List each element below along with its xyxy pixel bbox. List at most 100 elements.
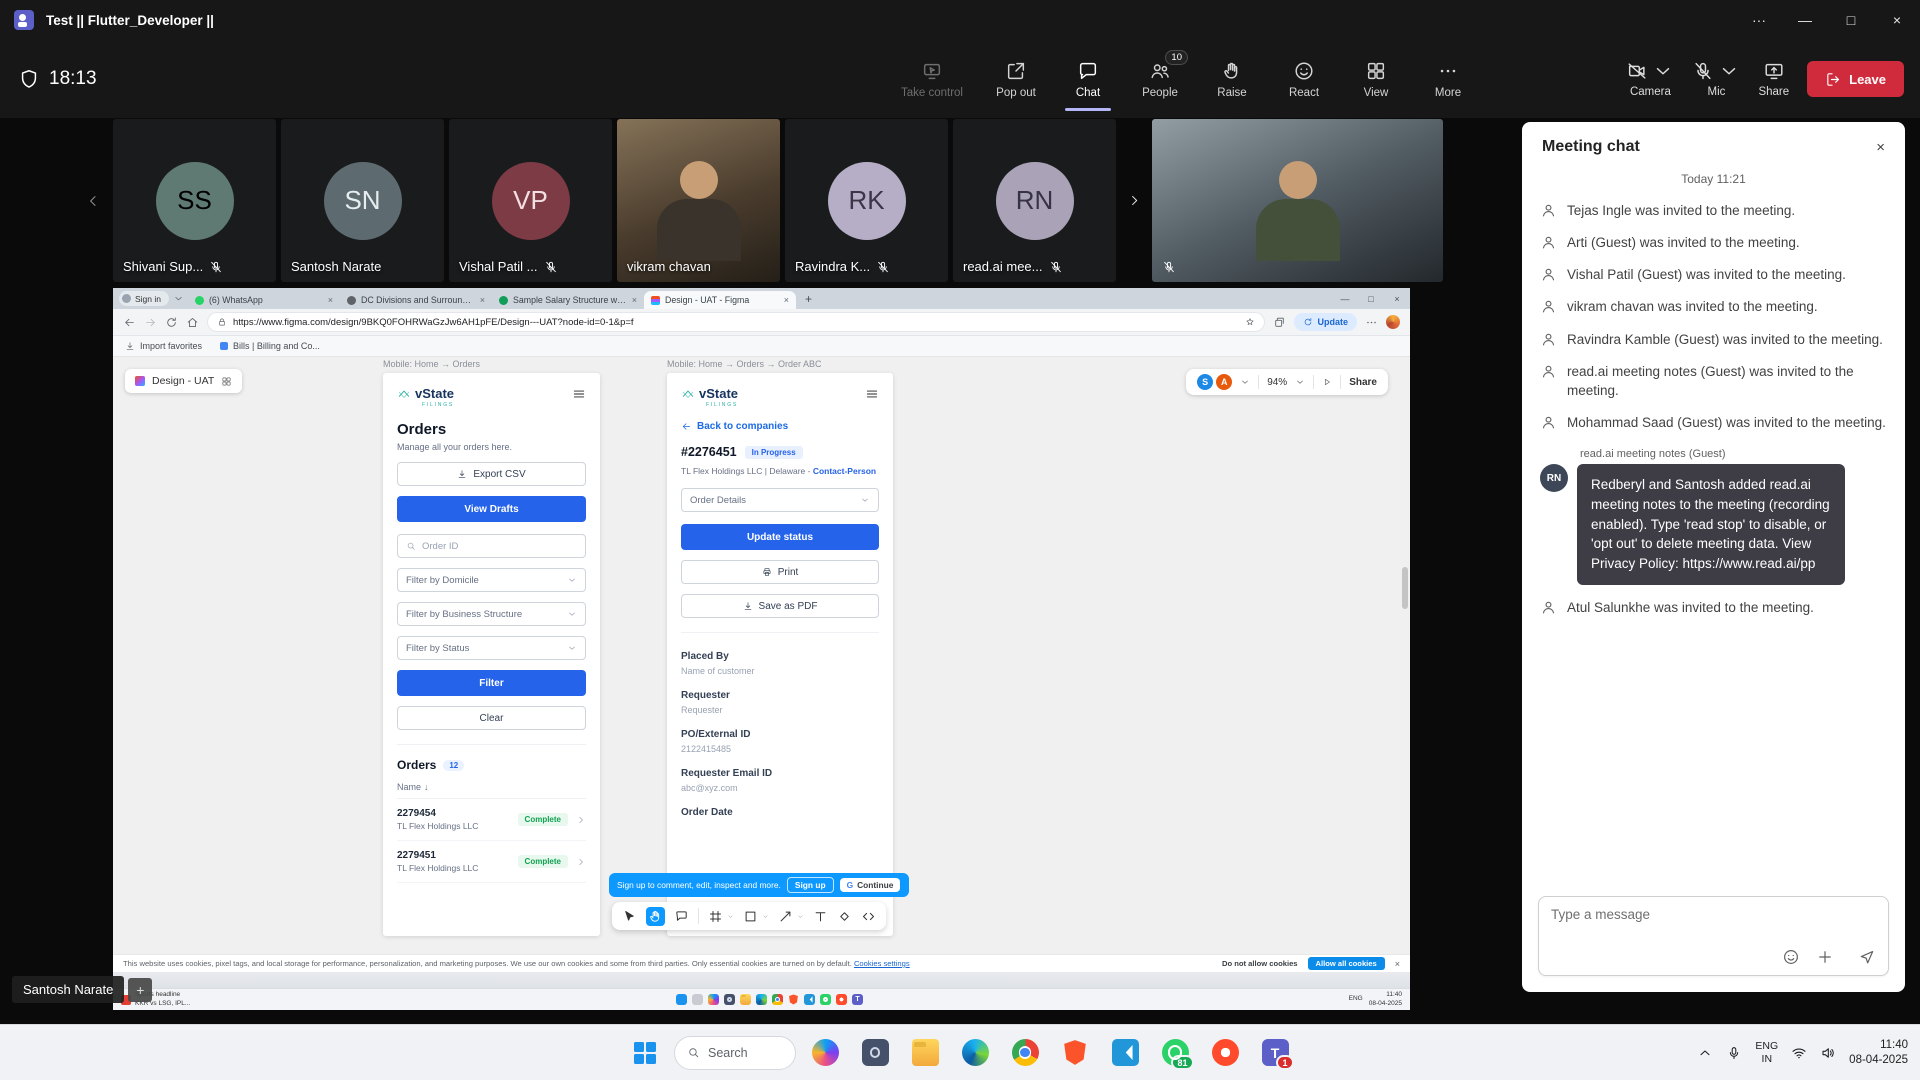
- browser-profile-chip[interactable]: Sign in: [119, 291, 169, 306]
- favorite-item[interactable]: Import favorites: [125, 341, 202, 351]
- tab-close-icon[interactable]: ×: [632, 295, 637, 305]
- hamburger-menu-icon[interactable]: [865, 387, 879, 401]
- microphone-tray-icon[interactable]: [1726, 1045, 1742, 1061]
- back-icon[interactable]: [123, 316, 136, 329]
- url-bar[interactable]: https://www.figma.com/design/9BKQ0FOHRWa…: [207, 312, 1265, 332]
- save-as-pdf-button[interactable]: Save as PDF: [681, 594, 879, 618]
- camera-chevron-icon[interactable]: [1652, 60, 1674, 82]
- participant-tile[interactable]: vikram chavan: [617, 119, 780, 282]
- taskbar-app-teams[interactable]: 1: [1254, 1032, 1296, 1074]
- taskbar-search[interactable]: Search: [674, 1036, 796, 1070]
- taskbar-clock[interactable]: 11:40 08-04-2025: [1849, 1038, 1908, 1068]
- filter-button[interactable]: Filter: [397, 670, 586, 696]
- toolbar-tab-more[interactable]: More: [1412, 40, 1484, 118]
- figma-share-button[interactable]: Share: [1349, 377, 1377, 388]
- participant-tile[interactable]: RKRavindra K...: [785, 119, 948, 282]
- taskbar-app-brave[interactable]: [1054, 1032, 1096, 1074]
- figma-tool-text[interactable]: [813, 909, 828, 924]
- cookie-settings-link[interactable]: Cookies settings: [854, 959, 910, 968]
- leave-button[interactable]: Leave: [1807, 61, 1904, 97]
- collaborator-avatar[interactable]: S: [1197, 374, 1213, 390]
- figma-tool-shape[interactable]: [743, 909, 758, 924]
- attach-plus-icon[interactable]: [1816, 948, 1834, 966]
- forward-icon[interactable]: [144, 316, 157, 329]
- tab-search-icon[interactable]: [173, 293, 184, 304]
- share-screen-button[interactable]: Share: [1758, 60, 1789, 98]
- wifi-icon[interactable]: [1791, 1045, 1807, 1061]
- taskbar-app-copilot[interactable]: [804, 1032, 846, 1074]
- name-column-header[interactable]: Name ↓: [397, 782, 586, 799]
- filter-select[interactable]: Filter by Business Structure: [397, 602, 586, 626]
- figma-tool-cursor[interactable]: [622, 909, 637, 924]
- figma-tool-frame[interactable]: [708, 909, 723, 924]
- figma-tool-code[interactable]: [861, 909, 876, 924]
- emoji-icon[interactable]: [1782, 948, 1800, 966]
- new-tab-button[interactable]: +: [805, 292, 812, 306]
- participant-tile[interactable]: SSShivani Sup...: [113, 119, 276, 282]
- toolbar-camera-button[interactable]: Camera: [1626, 60, 1674, 98]
- figma-tool-component[interactable]: [837, 909, 852, 924]
- order-row[interactable]: 2279454TL Flex Holdings LLCComplete: [397, 799, 586, 841]
- send-icon[interactable]: [1858, 948, 1876, 966]
- print-button[interactable]: Print: [681, 560, 879, 584]
- participant-tile[interactable]: [1152, 119, 1443, 282]
- taskbar-app-settings[interactable]: [854, 1032, 896, 1074]
- toolbar-tab-chat[interactable]: Chat: [1052, 40, 1124, 118]
- hidden-icons-chevron-icon[interactable]: [1697, 1045, 1713, 1061]
- toolbar-tab-take-control[interactable]: Take control: [884, 40, 980, 118]
- frame-label-left[interactable]: Mobile: Home → Orders: [383, 359, 480, 369]
- allow-cookies-button[interactable]: Allow all cookies: [1308, 957, 1385, 970]
- window-menu-icon[interactable]: ···: [1736, 0, 1782, 40]
- back-to-companies-link[interactable]: Back to companies: [681, 421, 879, 432]
- deny-cookies-button[interactable]: Do not allow cookies: [1222, 959, 1298, 968]
- participants-scroll-left-button[interactable]: [78, 119, 108, 282]
- participant-tile[interactable]: VPVishal Patil ...: [449, 119, 612, 282]
- taskbar-app-file-explorer[interactable]: [904, 1032, 946, 1074]
- window-minimize-icon[interactable]: —: [1782, 0, 1828, 40]
- order-row[interactable]: 2279451TL Flex Holdings LLCComplete: [397, 841, 586, 883]
- filter-select[interactable]: Filter by Domicile: [397, 568, 586, 592]
- browser-close-icon[interactable]: ×: [1384, 288, 1410, 309]
- order-details-select[interactable]: Order Details: [681, 488, 879, 512]
- collections-icon[interactable]: [1273, 316, 1286, 329]
- bookmark-star-icon[interactable]: [1245, 317, 1255, 327]
- start-button[interactable]: [624, 1032, 666, 1074]
- favorite-item[interactable]: Bills | Billing and Co...: [220, 341, 320, 351]
- browser-minimize-icon[interactable]: —: [1332, 288, 1358, 309]
- update-status-button[interactable]: Update status: [681, 524, 879, 550]
- filter-select[interactable]: Filter by Status: [397, 636, 586, 660]
- browser-tab[interactable]: DC Divisions and Surroundings×: [340, 291, 492, 309]
- chevron-down-icon[interactable]: [1240, 377, 1250, 387]
- contact-person-link[interactable]: Contact-Person: [813, 466, 876, 476]
- view-drafts-button[interactable]: View Drafts: [397, 496, 586, 522]
- zoom-level[interactable]: 94%: [1267, 377, 1287, 388]
- browser-tab[interactable]: (6) WhatsApp×: [188, 291, 340, 309]
- browser-tab[interactable]: Design - UAT - Figma×: [644, 291, 796, 309]
- toolbar-tab-pop-out[interactable]: Pop out: [980, 40, 1052, 118]
- google-continue-button[interactable]: G Continue: [840, 878, 901, 892]
- taskbar-app-edge[interactable]: [954, 1032, 996, 1074]
- figma-doc-chip[interactable]: Design - UAT: [125, 369, 242, 393]
- canvas-scrollbar[interactable]: [1402, 567, 1408, 609]
- collaborator-avatar[interactable]: A: [1216, 374, 1232, 390]
- clear-button[interactable]: Clear: [397, 706, 586, 730]
- window-maximize-icon[interactable]: □: [1828, 0, 1874, 40]
- message-input[interactable]: Type a message: [1538, 896, 1889, 976]
- participants-scroll-right-button[interactable]: [1121, 119, 1147, 282]
- taskbar-app-vscode[interactable]: [1104, 1032, 1146, 1074]
- browser-tab[interactable]: Sample Salary Structure with cal...×: [492, 291, 644, 309]
- toolbar-tab-raise[interactable]: Raise: [1196, 40, 1268, 118]
- tab-close-icon[interactable]: ×: [328, 295, 333, 305]
- toolbar-mic-button[interactable]: Mic: [1692, 60, 1740, 98]
- cookie-close-icon[interactable]: ×: [1395, 959, 1400, 969]
- tab-close-icon[interactable]: ×: [480, 295, 485, 305]
- chevron-down-icon[interactable]: [1295, 377, 1305, 387]
- window-close-icon[interactable]: ×: [1874, 0, 1920, 40]
- toolbar-tab-view[interactable]: View: [1340, 40, 1412, 118]
- zoom-in-button[interactable]: +: [128, 978, 152, 1002]
- frame-label-right[interactable]: Mobile: Home → Orders → Order ABC: [667, 359, 822, 369]
- export-csv-button[interactable]: Export CSV: [397, 462, 586, 486]
- tab-close-icon[interactable]: ×: [784, 295, 789, 305]
- volume-icon[interactable]: [1820, 1045, 1836, 1061]
- figma-tool-comment[interactable]: [674, 909, 689, 924]
